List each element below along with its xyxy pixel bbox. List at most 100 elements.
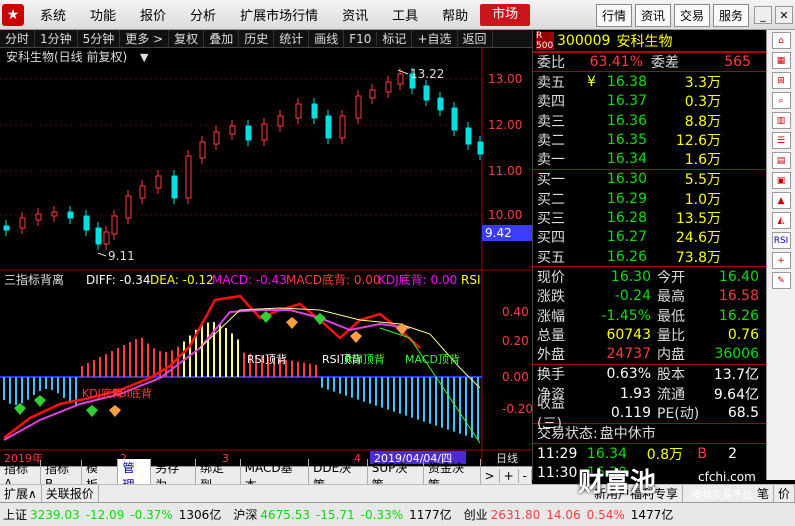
home-icon[interactable]: ⌂ bbox=[771, 32, 791, 49]
stock-code: 300009 bbox=[557, 32, 611, 49]
order-row[interactable]: 买四 16.27 24.6万 bbox=[533, 228, 766, 247]
indicator-dea: DEA: -0.12 bbox=[150, 273, 214, 287]
watermark-url: cfchi.com bbox=[698, 470, 756, 484]
candle-body bbox=[261, 123, 268, 141]
indicator-diff: DIFF: -0.34 bbox=[86, 273, 151, 287]
current-price-label: 9.42 bbox=[485, 226, 512, 240]
menu-bar: ★ 系统 功能 报价 分析 扩展市场行情 资讯 工具 帮助 市场 行情 资讯 交… bbox=[0, 0, 795, 30]
tab-trades[interactable]: 笔 bbox=[753, 485, 774, 502]
tab-more[interactable]: 更多 > bbox=[120, 30, 170, 47]
tab-intraday[interactable]: 分时 bbox=[0, 30, 36, 47]
candle-body bbox=[325, 115, 332, 139]
high-mark: 13.22 bbox=[410, 67, 444, 81]
order-row[interactable]: 卖五 ¥16.38 3.3万 bbox=[533, 72, 766, 91]
list-icon[interactable]: ☰ bbox=[771, 132, 791, 149]
order-row[interactable]: 买五 16.26 73.8万 bbox=[533, 247, 766, 266]
menu-help[interactable]: 帮助 bbox=[430, 5, 480, 24]
order-row[interactable]: 卖二 16.35 12.6万 bbox=[533, 130, 766, 149]
candle-body bbox=[3, 225, 10, 231]
tab-5min[interactable]: 5分钟 bbox=[78, 30, 121, 47]
low-mark: 9.11 bbox=[108, 249, 135, 263]
chart-icon[interactable]: ◭ bbox=[771, 212, 791, 229]
r-badge: R 500 bbox=[536, 30, 554, 51]
rsi-icon[interactable]: RSI bbox=[771, 232, 791, 249]
extension-bar: 扩展∧ 关联报价 新用户福利专享 笔 价 bbox=[0, 484, 795, 502]
extension-toggle[interactable]: 扩展∧ bbox=[0, 485, 42, 502]
candle-body bbox=[199, 141, 206, 159]
indicator-name: 三指标背离 bbox=[4, 272, 64, 287]
menu-analysis[interactable]: 分析 bbox=[178, 5, 228, 24]
app-logo-icon: ★ bbox=[2, 3, 24, 26]
period-label: 日线 bbox=[496, 451, 518, 464]
weibi-row: 委比 63.41% 委差 565 bbox=[533, 52, 766, 71]
signal-label: RSI底背 bbox=[112, 386, 152, 400]
service-button[interactable]: 服务 bbox=[712, 4, 749, 27]
add-watchlist-button[interactable]: +自选 bbox=[412, 30, 458, 47]
restore-rights-button[interactable]: 复权 bbox=[169, 30, 205, 47]
ind-tick: 0.20 bbox=[502, 334, 529, 348]
mark-button[interactable]: 标记 bbox=[377, 30, 413, 47]
plus-icon[interactable]: + bbox=[771, 252, 791, 269]
order-row[interactable]: 买三 16.28 13.5万 bbox=[533, 208, 766, 227]
scroll-right-icon[interactable]: > bbox=[481, 468, 500, 483]
chart-icon[interactable]: ▲ bbox=[771, 192, 791, 209]
news-button[interactable]: 资讯 bbox=[634, 4, 671, 27]
related-quote-button[interactable]: 关联报价 bbox=[42, 485, 99, 502]
grid-icon[interactable]: ⊞ bbox=[771, 72, 791, 89]
minimize-icon[interactable]: _ bbox=[754, 6, 772, 24]
order-row[interactable]: 卖三 16.36 8.8万 bbox=[533, 111, 766, 130]
remove-indicator-icon[interactable]: - bbox=[519, 468, 532, 483]
indicator-macd-div: MACD底背: 0.00 bbox=[286, 272, 381, 287]
f10-button[interactable]: F10 bbox=[344, 31, 378, 46]
tab-1min[interactable]: 1分钟 bbox=[35, 30, 78, 47]
candle-body bbox=[83, 215, 90, 231]
stats-block: 现价 16.30 今开 16.40 涨跌 -0.24 最高 16.58 涨幅 -1.45% 最低… bbox=[537, 268, 759, 364]
kline-title: 安科生物(日线 前复权) bbox=[6, 49, 127, 64]
search-icon[interactable]: ⌕ bbox=[771, 92, 791, 109]
overlay-button[interactable]: 叠加 bbox=[204, 30, 240, 47]
pen-icon[interactable]: ✎ bbox=[771, 272, 791, 289]
signal-label: RSI顶背 bbox=[247, 352, 287, 366]
index-status-bar: 上证 3239.03 -12.09 -0.37% 1306亿 沪深 4675.5… bbox=[0, 502, 795, 526]
candle-body bbox=[125, 195, 132, 219]
candle-body bbox=[311, 103, 318, 119]
candle-body bbox=[95, 227, 102, 245]
order-row[interactable]: 买一 16.30 5.5万 bbox=[533, 170, 766, 189]
statistics-button[interactable]: 统计 bbox=[274, 30, 310, 47]
tab-price[interactable]: 价 bbox=[774, 485, 795, 502]
candle-body bbox=[465, 127, 472, 145]
menu-tools[interactable]: 工具 bbox=[380, 5, 430, 24]
kline-menu-icon[interactable]: ▼ bbox=[140, 51, 149, 64]
candle-body bbox=[277, 115, 284, 127]
indicator-kdj-div: KDJ底背: 0.00 bbox=[378, 272, 457, 287]
candle-body bbox=[369, 89, 376, 99]
menu-function[interactable]: 功能 bbox=[78, 5, 128, 24]
candle-body bbox=[477, 141, 484, 155]
news-icon[interactable]: ▣ bbox=[771, 172, 791, 189]
history-button[interactable]: 历史 bbox=[239, 30, 275, 47]
menu-quote[interactable]: 报价 bbox=[128, 5, 178, 24]
bars-icon[interactable]: ▥ bbox=[771, 112, 791, 129]
order-row[interactable]: 买二 16.29 1.0万 bbox=[533, 189, 766, 208]
quote-panel: R 500 300009 安科生物 委比 63.41% 委差 565 卖五 ¥16… bbox=[532, 30, 766, 481]
quote-button[interactable]: 行情 bbox=[595, 4, 632, 27]
report-icon[interactable]: ▤ bbox=[771, 152, 791, 169]
candle-body bbox=[35, 213, 42, 221]
menu-news[interactable]: 资讯 bbox=[330, 5, 380, 24]
draw-line-button[interactable]: 画线 bbox=[309, 30, 345, 47]
close-icon[interactable]: ✕ bbox=[775, 6, 793, 24]
back-button[interactable]: 返回 bbox=[458, 30, 493, 47]
stock-chart[interactable]: 安科生物(日线 前复权) ▼ 13.00 12.00 11.00 10.00 9… bbox=[0, 48, 532, 464]
order-row[interactable]: 卖一 16.34 1.6万 bbox=[533, 149, 766, 168]
menu-system[interactable]: 系统 bbox=[28, 5, 78, 24]
calendar-icon[interactable]: ▦ bbox=[771, 52, 791, 69]
candle-body bbox=[229, 125, 236, 135]
menu-extended-market[interactable]: 扩展市场行情 bbox=[228, 5, 330, 24]
watermark-brand: 财富池 bbox=[578, 468, 657, 498]
stock-name: 安科生物 bbox=[616, 33, 673, 50]
trade-button[interactable]: 交易 bbox=[673, 4, 710, 27]
candle-body bbox=[437, 97, 444, 111]
menu-market[interactable]: 市场 bbox=[480, 3, 531, 26]
add-indicator-icon[interactable]: + bbox=[500, 468, 519, 483]
order-row[interactable]: 卖四 16.37 0.3万 bbox=[533, 92, 766, 111]
